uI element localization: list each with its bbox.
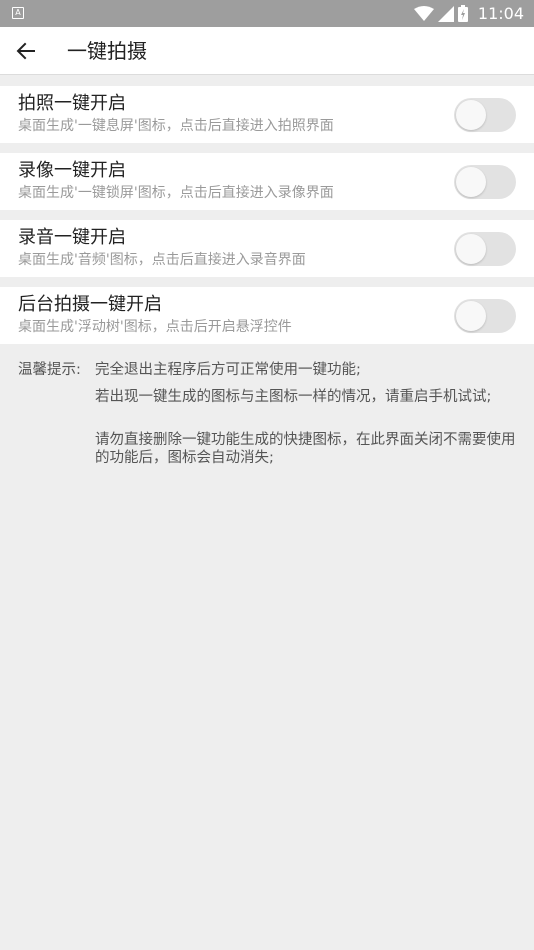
setting-description: 桌面生成'浮动树'图标，点击后开启悬浮控件 [18,319,292,335]
setting-row-background-capture: 后台拍摄一键开启 桌面生成'浮动树'图标，点击后开启悬浮控件 [0,287,534,344]
setting-row-photo: 拍照一键开启 桌面生成'一键息屏'图标，点击后直接进入拍照界面 [0,86,534,143]
wifi-icon [413,5,434,21]
setting-description: 桌面生成'音频'图标，点击后直接进入录音界面 [18,252,306,268]
status-time: 11:04 [477,4,524,23]
toggle-knob [456,234,486,264]
audio-toggle[interactable] [454,232,516,266]
toggle-knob [456,167,486,197]
arrow-left-icon [16,42,35,60]
toggle-knob [456,100,486,130]
photo-toggle[interactable] [454,98,516,132]
tips-item: 若出现一键生成的图标与主图标一样的情况，请重启手机试试; [95,389,492,405]
setting-row-audio: 录音一键开启 桌面生成'音频'图标，点击后直接进入录音界面 [0,220,534,277]
back-button[interactable] [10,35,42,67]
setting-title: 后台拍摄一键开启 [18,294,162,315]
battery-icon [457,5,468,22]
setting-title: 录像一键开启 [18,160,126,181]
tips-item: 完全退出主程序后方可正常使用一键功能; [95,362,361,378]
setting-title: 录音一键开启 [18,227,126,248]
setting-row-video: 录像一键开启 桌面生成'一键锁屏'图标，点击后直接进入录像界面 [0,153,534,210]
status-bar: A 11:04 [0,0,534,27]
cell-signal-icon [437,5,454,22]
tips-label: 温馨提示: [18,362,81,378]
setting-description: 桌面生成'一键息屏'图标，点击后直接进入拍照界面 [18,118,334,134]
background-capture-toggle[interactable] [454,299,516,333]
page-title: 一键拍摄 [67,39,147,63]
video-toggle[interactable] [454,165,516,199]
tips-item: 请勿直接删除一键功能生成的快捷图标，在此界面关闭不需要使用的功能后，图标会自动消… [95,432,516,466]
setting-title: 拍照一键开启 [18,93,126,114]
status-right-group: 11:04 [413,3,524,24]
notification-app-icon: A [12,7,24,19]
toggle-knob [456,301,486,331]
setting-description: 桌面生成'一键锁屏'图标，点击后直接进入录像界面 [18,185,334,201]
app-bar: 一键拍摄 [0,27,534,75]
